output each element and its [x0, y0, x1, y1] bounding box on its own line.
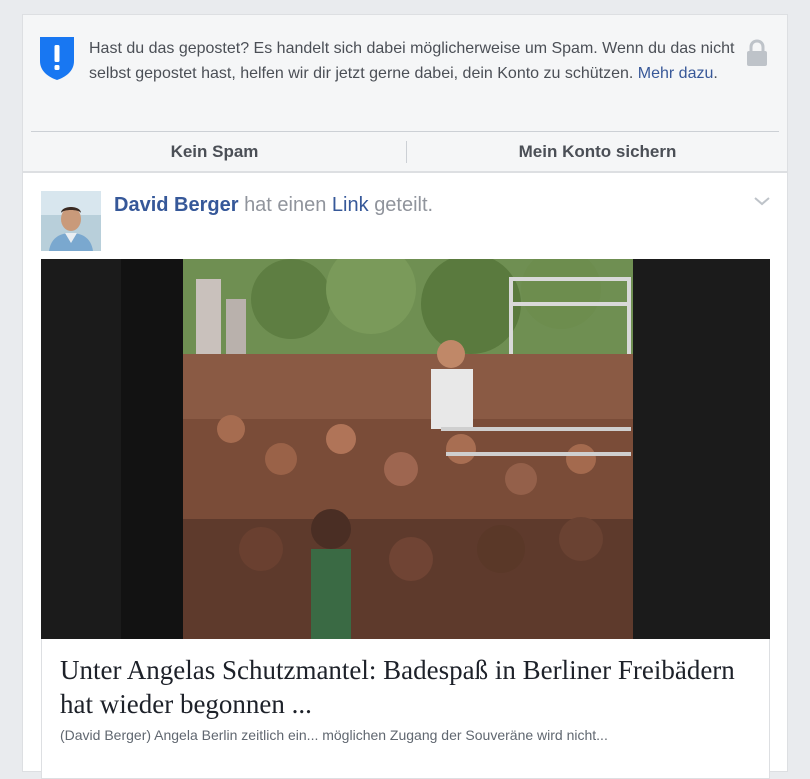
post-card: David Berger hat einen Link geteilt. Unt… [22, 172, 788, 779]
link-preview-description: (David Berger) Angela Berlin zeitlich ei… [60, 727, 608, 743]
pool-crowd-photo [41, 259, 770, 639]
spam-warning-message: Hast du das gepostet? Es handelt sich da… [89, 36, 739, 86]
avatar[interactable] [41, 191, 101, 251]
author-name[interactable]: David Berger [114, 194, 239, 216]
learn-more-link[interactable]: Mehr dazu [638, 65, 714, 82]
secure-account-button[interactable]: Mein Konto sichern [406, 132, 789, 172]
learn-more-suffix: . [713, 65, 718, 82]
shared-link-text[interactable]: Link [332, 194, 369, 216]
chevron-down-icon[interactable] [753, 195, 771, 207]
link-preview-title[interactable]: Unter Angelas Schutzmantel: Badespaß in … [60, 653, 750, 721]
link-preview[interactable]: Unter Angelas Schutzmantel: Badespaß in … [41, 639, 770, 779]
action-text-pre: hat einen [244, 194, 327, 216]
not-spam-button[interactable]: Kein Spam [23, 132, 406, 172]
lock-icon [747, 39, 767, 66]
warning-actions: Kein Spam Mein Konto sichern [23, 132, 787, 172]
link-preview-image[interactable] [41, 259, 770, 639]
action-text-post: geteilt. [374, 194, 434, 216]
spam-warning-card: Hast du das gepostet? Es handelt sich da… [22, 14, 788, 172]
shield-alert-icon [40, 37, 74, 80]
avatar-image [41, 191, 101, 251]
post-header: David Berger hat einen Link geteilt. [114, 194, 433, 217]
spam-warning-body: Hast du das gepostet? Es handelt sich da… [23, 15, 787, 131]
